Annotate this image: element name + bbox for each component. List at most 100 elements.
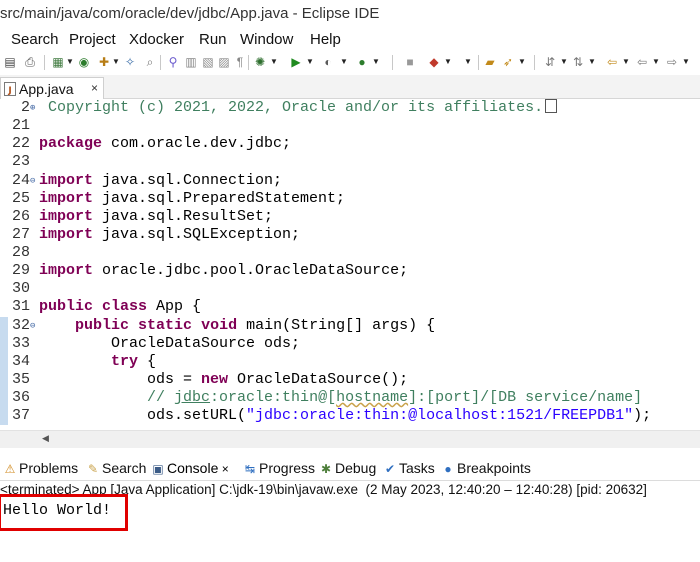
java-file-icon: J (4, 82, 16, 96)
debug-icon[interactable]: ✺ (252, 54, 268, 70)
toggle-mark-icon[interactable]: ▥ (183, 54, 199, 70)
code-line[interactable]: 25 import java.sql.PreparedStatement; (0, 190, 700, 208)
code-line[interactable]: 24 ⊖ import java.sql.Connection; (0, 172, 700, 190)
code-line[interactable]: 31 public class App { (0, 298, 700, 316)
launch-icon[interactable]: ➶ (500, 54, 516, 70)
chevron-down-icon[interactable]: ▼ (518, 55, 526, 69)
menu-help[interactable]: Help (310, 31, 341, 48)
collapse-fold-icon[interactable]: ⊖ (30, 172, 35, 190)
chevron-down-icon[interactable]: ▼ (306, 55, 314, 69)
tab-problems[interactable]: ⚠ Problems (3, 460, 79, 480)
run-icon[interactable]: ▶ (288, 54, 304, 70)
code-line[interactable]: 37 ods.setURL("jdbc:oracle:thin:@localho… (0, 407, 700, 425)
close-icon[interactable]: × (218, 462, 229, 476)
code-text: ods.setURL("jdbc:oracle:thin:@localhost:… (39, 407, 652, 424)
view-tab-label: Progress (259, 460, 316, 476)
collapsed-region-icon[interactable] (545, 99, 558, 113)
view-tab-label: Problems (19, 460, 79, 476)
toolbar-separator (44, 55, 45, 70)
tasks-icon: ✔ (384, 462, 396, 476)
save-icon[interactable]: ▤ (2, 54, 18, 70)
code-text: public static void main(String[] args) { (75, 317, 436, 334)
tab-progress[interactable]: ↹ Progress (243, 460, 315, 480)
collapse-fold-icon[interactable]: ⊖ (30, 317, 35, 335)
chevron-down-icon[interactable]: ▼ (464, 55, 472, 69)
skip-breakpoints-icon[interactable]: ◆ (426, 54, 442, 70)
code-line[interactable]: 28 (0, 244, 700, 262)
tab-search[interactable]: ✎ Search (86, 460, 146, 480)
code-line[interactable]: 35 ods = new OracleDataSource(); (0, 371, 700, 389)
menu-window[interactable]: Window (240, 31, 293, 48)
search-tool-icon[interactable]: ⌕ (142, 54, 158, 70)
scroll-left-icon[interactable]: ◀ (42, 433, 49, 444)
horizontal-scrollbar[interactable]: ◀ (0, 430, 700, 448)
block-selection-icon[interactable]: ▨ (216, 54, 232, 70)
chevron-down-icon[interactable]: ▼ (340, 55, 348, 69)
search-icon: ✎ (87, 462, 99, 476)
coverage-icon[interactable]: ◐ (320, 54, 336, 70)
code-line[interactable]: 30 (0, 280, 700, 298)
debug-config-icon[interactable]: ◉ (76, 54, 92, 70)
tab-breakpoints[interactable]: ● Breakpoints (441, 460, 531, 480)
breakpoints-icon: ● (444, 462, 452, 476)
code-line[interactable]: 36 // jdbc:oracle:thin@[hostname]:[port]… (0, 389, 700, 407)
code-line[interactable]: 32 ⊖ public static void main(String[] arg… (0, 317, 700, 335)
code-line[interactable]: 22 package com.oracle.dev.jdbc; (0, 135, 700, 153)
code-line[interactable]: 34 try { (0, 353, 700, 371)
code-text: package com.oracle.dev.jdbc; (39, 135, 292, 152)
tab-console[interactable]: ▣ Console × (151, 460, 229, 480)
next-annotation-icon[interactable]: ⇵ (542, 54, 558, 70)
show-whitespace-icon[interactable]: ¶ (232, 54, 248, 70)
code-line[interactable]: 2 ⊕ Copyright (c) 2021, 2022, Oracle and/… (0, 99, 700, 117)
open-type-icon[interactable]: ✧ (122, 54, 138, 70)
wizard-icon[interactable]: ⚲ (165, 54, 181, 70)
whitespace-icon[interactable]: ▧ (200, 54, 216, 70)
code-line[interactable]: 21 (0, 117, 700, 135)
back-icon[interactable]: ⇦ (634, 54, 650, 70)
chevron-down-icon[interactable]: ▼ (588, 55, 596, 69)
code-editor[interactable]: 2 ⊕ Copyright (c) 2021, 2022, Oracle and/… (0, 99, 700, 430)
last-edit-icon[interactable]: ⇦ (604, 54, 620, 70)
terminate-icon[interactable]: ■ (402, 54, 418, 70)
code-line[interactable]: 23 (0, 153, 700, 171)
editor-tab-label: App.java (19, 81, 74, 97)
menu-xdocker[interactable]: Xdocker (129, 31, 184, 48)
menu-search[interactable]: Search (11, 31, 59, 48)
print-icon[interactable]: ⎙ (22, 54, 38, 70)
expand-fold-icon[interactable]: ⊕ (30, 99, 35, 117)
line-number: 32 (11, 317, 30, 334)
open-folder-icon[interactable]: ▰ (482, 54, 498, 70)
line-number: 26 (11, 208, 30, 225)
chevron-down-icon[interactable]: ▼ (652, 55, 660, 69)
tab-tasks[interactable]: ✔ Tasks (383, 460, 435, 480)
problems-icon: ⚠ (4, 462, 16, 476)
menu-project[interactable]: Project (69, 31, 116, 48)
code-line[interactable]: 27 import java.sql.SQLException; (0, 226, 700, 244)
code-line[interactable]: 33 OracleDataSource ods; (0, 335, 700, 353)
code-line[interactable]: 26 import java.sql.ResultSet; (0, 208, 700, 226)
line-number: 24 (11, 172, 30, 189)
chevron-down-icon[interactable]: ▼ (560, 55, 568, 69)
chevron-down-icon[interactable]: ▼ (682, 55, 690, 69)
chevron-down-icon[interactable]: ▼ (270, 55, 278, 69)
window-title: src/main/java/com/oracle/dev/jdbc/App.ja… (0, 5, 380, 22)
editor-tab-app-java[interactable]: J App.java × (0, 77, 104, 99)
external-tools-icon[interactable]: ● (354, 54, 370, 70)
chevron-down-icon[interactable]: ▼ (66, 55, 74, 69)
chevron-down-icon[interactable]: ▼ (622, 55, 630, 69)
menu-bar: Search Project Xdocker Run Window Help (0, 29, 700, 51)
tab-debug[interactable]: ✱ Debug (319, 460, 376, 480)
line-number: 35 (11, 371, 30, 388)
new-project-icon[interactable]: ▦ (50, 54, 66, 70)
chevron-down-icon[interactable]: ▼ (112, 55, 120, 69)
new-java-icon[interactable]: ✚ (96, 54, 112, 70)
progress-icon: ↹ (244, 462, 256, 476)
debug-icon: ✱ (320, 462, 332, 476)
chevron-down-icon[interactable]: ▼ (444, 55, 452, 69)
previous-annotation-icon[interactable]: ⇅ (570, 54, 586, 70)
chevron-down-icon[interactable]: ▼ (372, 55, 380, 69)
close-icon[interactable]: × (91, 81, 98, 95)
forward-icon[interactable]: ⇨ (664, 54, 680, 70)
code-line[interactable]: 29 import oracle.jdbc.pool.OracleDataSour… (0, 262, 700, 280)
menu-run[interactable]: Run (199, 31, 227, 48)
